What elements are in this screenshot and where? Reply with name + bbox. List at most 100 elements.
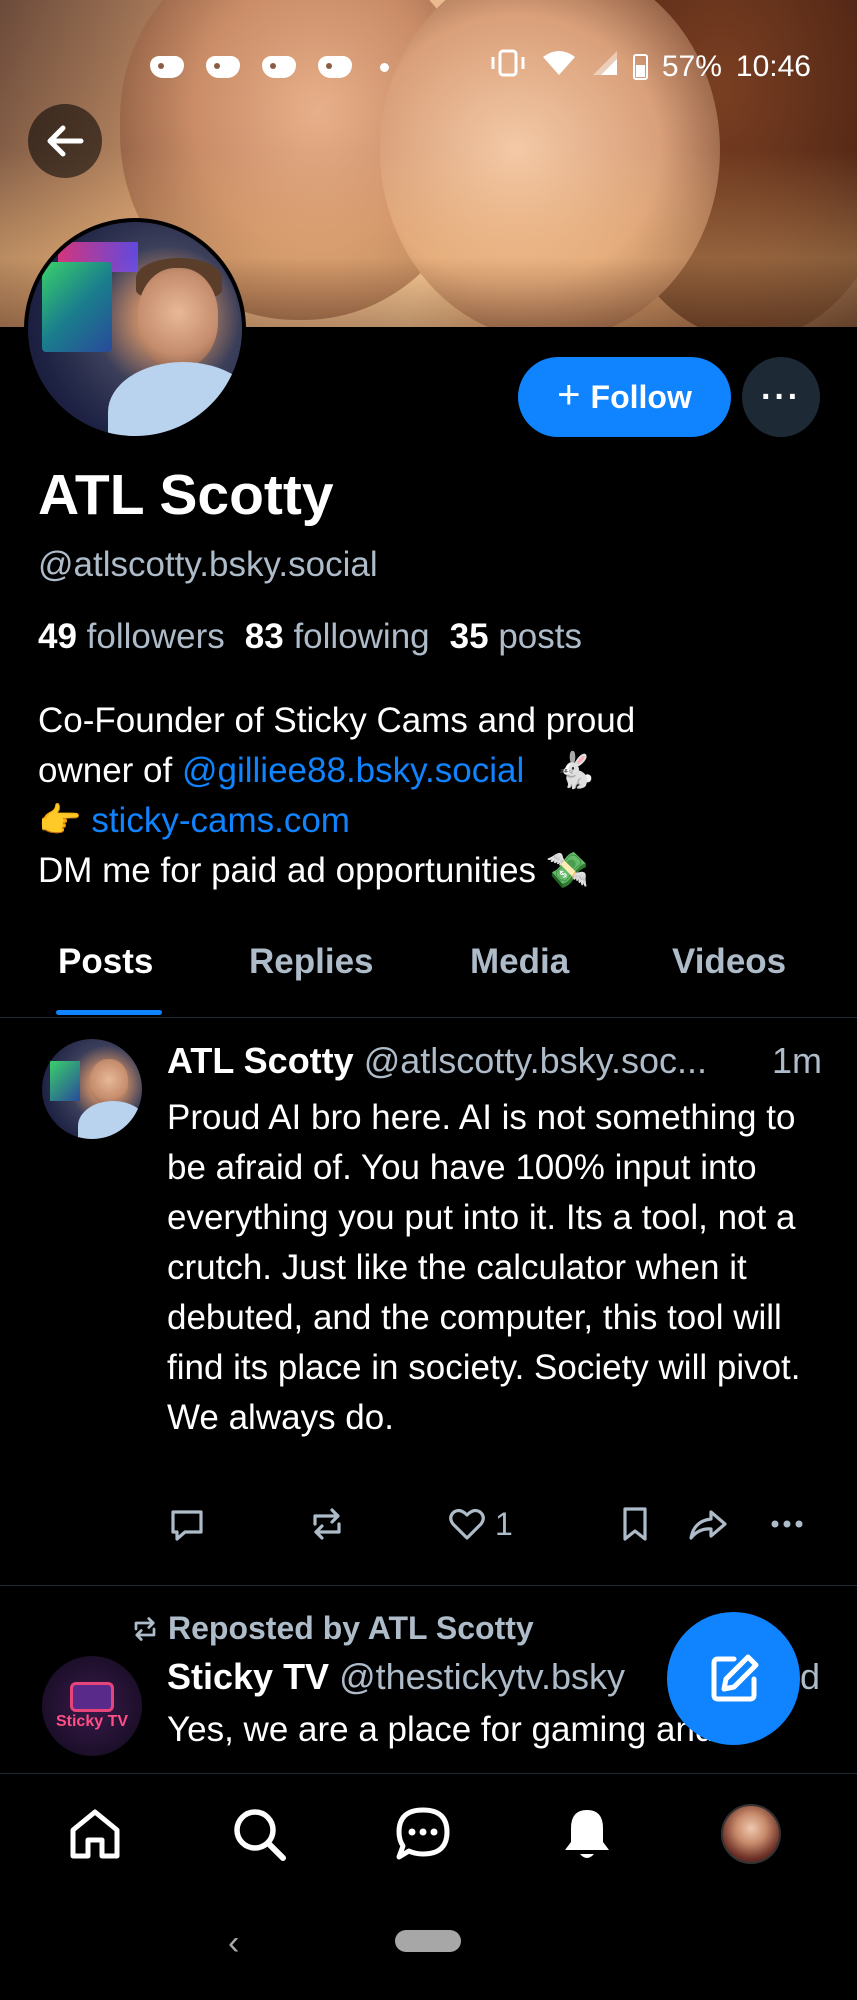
like-button[interactable]: 1	[447, 1504, 513, 1544]
avatar-shirt	[78, 1101, 142, 1139]
status-bar: 57% 10:46	[0, 40, 857, 94]
nav-chat[interactable]	[391, 1802, 455, 1866]
post-actions: 1	[167, 1504, 827, 1554]
post-text: Yes, we are a place for gaming and	[167, 1710, 715, 1749]
share-button[interactable]	[687, 1504, 729, 1544]
profile-stats: 49 followers 83 following 35 posts	[38, 617, 582, 657]
tab-replies[interactable]: Replies	[249, 942, 374, 982]
bio-line: owner of @gilliee88.bsky.social 🐇	[38, 746, 818, 796]
game-controller-icon	[206, 56, 240, 78]
posts-count: 35	[449, 617, 489, 656]
followers-stat[interactable]: 49 followers	[38, 617, 225, 657]
feed-post[interactable]: ATL Scotty @atlscotty.bsky.soc... 1m Pro…	[0, 1018, 857, 1586]
wifi-icon	[541, 49, 577, 85]
repost-icon	[134, 1616, 156, 1641]
post-author-name[interactable]: Sticky TV	[167, 1656, 329, 1697]
home-icon	[70, 1809, 120, 1859]
post-more-button[interactable]	[767, 1504, 807, 1544]
plus-icon: +	[557, 373, 581, 417]
ellipsis-icon: ···	[761, 377, 801, 416]
reply-icon	[171, 1510, 203, 1541]
battery-icon	[632, 54, 648, 80]
posts-label: posts	[498, 617, 582, 656]
battery-percent: 57%	[661, 50, 722, 83]
active-tab-indicator	[56, 1010, 162, 1015]
post-header: ATL Scotty @atlscotty.bsky.soc...	[167, 1040, 707, 1082]
more-options-button[interactable]: ···	[742, 357, 820, 437]
compose-icon	[711, 1654, 758, 1701]
bottom-navigation	[0, 1773, 857, 2000]
more-notifications-dot-icon	[380, 62, 389, 72]
vibrate-icon	[489, 49, 527, 85]
bio-mention-link[interactable]: @gilliee88.bsky.social	[182, 751, 524, 790]
avatar-monitor	[50, 1061, 80, 1101]
bio-text: owner of	[38, 751, 173, 790]
following-count: 83	[244, 617, 284, 656]
reply-button[interactable]	[167, 1504, 207, 1544]
tv-icon	[70, 1682, 114, 1712]
avatar-logo-text: Sticky TV	[55, 1713, 129, 1730]
repost-icon	[313, 1508, 341, 1540]
following-stat[interactable]: 83 following	[245, 617, 430, 657]
repost-indicator[interactable]: Reposted by ATL Scotty	[130, 1610, 534, 1647]
clock: 10:46	[735, 50, 811, 83]
rabbit-emoji-icon: 🐇	[553, 751, 598, 790]
nav-notifications[interactable]	[555, 1802, 619, 1866]
game-controller-icon	[262, 56, 296, 78]
tab-media[interactable]: Media	[470, 942, 569, 982]
post-text: Proud AI bro here. AI is not something t…	[167, 1098, 801, 1437]
post-author-name[interactable]: ATL Scotty	[167, 1040, 354, 1081]
followers-count: 49	[38, 617, 77, 656]
post-author-handle[interactable]: @atlscotty.bsky.soc...	[364, 1040, 707, 1081]
followers-label: followers	[86, 617, 225, 656]
post-author-avatar[interactable]	[42, 1039, 142, 1139]
system-home-pill[interactable]	[395, 1930, 461, 1952]
like-count: 1	[495, 1505, 513, 1542]
search-icon	[234, 1809, 286, 1861]
arrow-left-icon	[47, 125, 84, 157]
chat-icon	[396, 1807, 450, 1860]
post-author-handle[interactable]: @thestickytv.bsky	[339, 1656, 625, 1697]
system-back-chevron-icon[interactable]: ‹	[228, 1924, 239, 1963]
posts-stat: 35 posts	[450, 617, 582, 657]
follow-label: Follow	[590, 378, 692, 415]
avatar-shirt	[108, 362, 242, 436]
bio-line: Co-Founder of Sticky Cams and proud	[38, 701, 636, 740]
avatar-face	[138, 268, 218, 368]
game-controller-icon	[318, 56, 352, 78]
follow-button[interactable]: + Follow	[518, 357, 731, 437]
nav-search[interactable]	[227, 1802, 291, 1866]
back-button[interactable]	[28, 104, 102, 178]
share-icon	[689, 1510, 727, 1540]
bio-line: DM me for paid ad opportunities 💸	[38, 846, 818, 896]
post-timestamp: d	[800, 1656, 821, 1697]
repost-label: Reposted by ATL Scotty	[168, 1610, 534, 1646]
heart-icon	[449, 1508, 485, 1540]
notification-icons	[150, 40, 389, 94]
compose-button[interactable]	[667, 1612, 800, 1745]
avatar-face	[90, 1059, 128, 1105]
bookmark-button[interactable]	[617, 1504, 653, 1544]
tab-videos[interactable]: Videos	[672, 942, 786, 982]
display-name: ATL Scotty	[38, 463, 334, 527]
my-avatar	[721, 1804, 781, 1864]
post-author-avatar[interactable]: Sticky TV	[42, 1656, 142, 1756]
profile-bio: Co-Founder of Sticky Cams and proud owne…	[38, 696, 818, 896]
bookmark-icon	[623, 1507, 647, 1541]
cell-signal-icon	[591, 49, 619, 85]
tab-posts[interactable]: Posts	[58, 942, 153, 982]
post-timestamp: 1m	[772, 1040, 823, 1081]
bio-website-link[interactable]: sticky-cams.com	[91, 801, 350, 840]
profile-tabs: Posts Replies Media Videos	[0, 924, 857, 1018]
ellipsis-icon	[771, 1520, 803, 1528]
bell-icon	[565, 1810, 609, 1858]
bio-text: DM me for paid ad opportunities	[38, 851, 537, 890]
bio-line: 👉 sticky-cams.com	[38, 796, 818, 846]
profile-avatar[interactable]	[24, 218, 246, 440]
repost-button[interactable]	[307, 1504, 347, 1544]
nav-profile[interactable]	[719, 1802, 783, 1866]
game-controller-icon	[150, 56, 184, 78]
nav-home[interactable]	[63, 1802, 127, 1866]
pointing-hand-emoji-icon: 👉	[38, 801, 82, 840]
avatar-monitor	[42, 262, 112, 352]
